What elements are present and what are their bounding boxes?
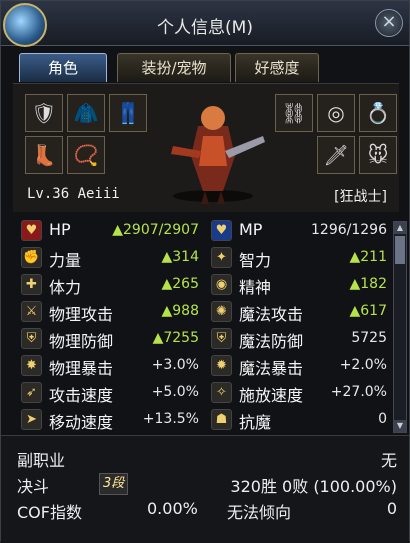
stat-label: 物理攻击 xyxy=(49,305,114,324)
magic-crit-icon: ✹ xyxy=(211,355,232,376)
strength-icon: ✊ xyxy=(21,247,42,268)
stat-row: ✚ 体力 ▲265 ◉ 精神 ▲182 xyxy=(13,273,399,297)
stat-label: 魔法攻击 xyxy=(239,305,304,324)
stat-value: ▲265 xyxy=(161,276,200,292)
stat-row: ✸ 物理暴击 +3.0% ✹ 魔法暴击 +2.0% xyxy=(13,354,399,378)
stats-scrollbar[interactable]: ▲ ▼ xyxy=(393,221,407,433)
close-icon[interactable]: × xyxy=(375,9,403,37)
stat-value: ▲182 xyxy=(349,276,388,292)
window-title: 个人信息(M) xyxy=(157,18,253,38)
stat-value: 5725 xyxy=(351,330,387,346)
duel-row: 决斗 3段 320胜 0败 (100.00%) xyxy=(17,470,397,496)
title-bar[interactable]: 个人信息(M) × xyxy=(1,1,409,47)
scroll-up-icon[interactable]: ▲ xyxy=(394,222,406,234)
ring-chain-icon[interactable]: ⛓ xyxy=(275,94,313,132)
tendency-label: 无法倾向 xyxy=(227,503,292,522)
tab-affinity[interactable]: 好感度 xyxy=(235,53,319,82)
stat-label: 力量 xyxy=(49,251,82,270)
stat-row: ➶ 攻击速度 +5.0% ✧ 施放速度 +27.0% xyxy=(13,381,399,405)
stat-label: 攻击速度 xyxy=(49,386,114,405)
spirit-icon: ◉ xyxy=(211,274,232,295)
stat-label: 物理防御 xyxy=(49,332,114,351)
duel-rank-badge: 3段 xyxy=(99,473,129,495)
stat-value: +2.0% xyxy=(339,357,387,373)
character-avatar xyxy=(143,96,283,206)
extra-info-panel: 副职业 无 决斗 3段 320胜 0败 (100.00%) COF指数 0.00… xyxy=(1,435,409,543)
physical-defense-icon: ⛨ xyxy=(21,328,42,349)
chest-armor-icon[interactable]: 🧥 xyxy=(67,94,105,132)
magic-attack-icon: ✺ xyxy=(211,301,232,322)
physical-crit-icon: ✸ xyxy=(21,355,42,376)
tab-character[interactable]: 角色 xyxy=(19,53,107,82)
stat-label: HP xyxy=(49,220,71,239)
pet-icon[interactable]: 🐭 xyxy=(359,136,397,174)
sword-icon[interactable]: 🗡 xyxy=(317,136,355,174)
stat-value: 0 xyxy=(378,411,387,427)
character-info-window: 个人信息(M) × 角色 装扮/宠物 好感度 🛡 🧥 👖 👢 📿 ⛓ ◎ 💍 🗡… xyxy=(0,0,410,543)
duel-record: 320胜 0败 (100.00%) xyxy=(230,477,397,496)
stat-value: 1296/1296 xyxy=(311,222,387,238)
scroll-thumb[interactable] xyxy=(395,236,405,264)
scroll-down-icon[interactable]: ▼ xyxy=(394,420,406,432)
bracelet-icon[interactable]: ◎ xyxy=(317,94,355,132)
magic-defense-icon: ⛨ xyxy=(211,328,232,349)
stat-label: 精神 xyxy=(239,278,272,297)
stat-value: ▲617 xyxy=(349,303,388,319)
stat-label: 施放速度 xyxy=(239,386,304,405)
attack-speed-icon: ➶ xyxy=(21,382,42,403)
cof-label: COF指数 xyxy=(17,503,82,522)
stat-row: ♥ HP ▲2907/2907 ♥ MP 1296/1296 xyxy=(13,219,399,242)
stat-value: ▲314 xyxy=(161,249,200,265)
stat-value: ▲211 xyxy=(349,249,388,265)
stat-value: +5.0% xyxy=(151,384,199,400)
tendency-value: 0 xyxy=(386,499,397,518)
equipment-panel: 🛡 🧥 👖 👢 📿 ⛓ ◎ 💍 🗡 🐭 Lv.36 Aeiii [狂战士] xyxy=(13,83,399,212)
physical-attack-icon: ⚔ xyxy=(21,301,42,322)
stat-label: 物理暴击 xyxy=(49,359,114,378)
heart-icon: ♥ xyxy=(21,220,42,241)
mana-heart-icon: ♥ xyxy=(211,220,232,241)
stat-label: 抗魔 xyxy=(239,413,272,432)
stat-row: ⛨ 物理防御 ▲7255 ⛨ 魔法防御 5725 xyxy=(13,327,399,351)
duel-label: 决斗 xyxy=(17,477,50,496)
anti-magic-icon: ☗ xyxy=(211,409,232,430)
stat-row: ✊ 力量 ▲314 ✦ 智力 ▲211 xyxy=(13,246,399,270)
stat-value: ▲988 xyxy=(161,303,200,319)
subjob-value: 无 xyxy=(380,451,397,470)
boots-icon[interactable]: 👢 xyxy=(25,136,63,174)
stat-label: 魔法暴击 xyxy=(239,359,304,378)
stat-value: ▲7255 xyxy=(152,330,199,346)
shoulder-armor-icon[interactable]: 🛡 xyxy=(25,94,63,132)
stat-row: ➤ 移动速度 +13.5% ☗ 抗魔 0 xyxy=(13,408,399,432)
stat-label: MP xyxy=(239,220,263,239)
level-name: Lv.36 Aeiii xyxy=(27,186,120,202)
stat-label: 体力 xyxy=(49,278,82,297)
stat-label: 智力 xyxy=(239,251,272,270)
stat-value: +27.0% xyxy=(330,384,387,400)
cast-speed-icon: ✧ xyxy=(211,382,232,403)
stats-panel: ♥ HP ▲2907/2907 ♥ MP 1296/1296 ✊ 力量 ▲314 ✦ 智力 ▲211 ✚… xyxy=(13,215,399,435)
stat-value: +3.0% xyxy=(151,357,199,373)
cof-row: COF指数 0.00% 无法倾向 0 xyxy=(17,496,397,522)
stat-value: +13.5% xyxy=(142,411,199,427)
tab-avatar-pet[interactable]: 装扮/宠物 xyxy=(117,53,231,82)
cof-value: 0.00% xyxy=(147,499,198,518)
job-class: [狂战士] xyxy=(334,189,387,205)
subjob-row: 副职业 无 xyxy=(17,444,397,470)
intelligence-icon: ✦ xyxy=(211,247,232,268)
ring-icon[interactable]: 💍 xyxy=(359,94,397,132)
stat-label: 移动速度 xyxy=(49,413,114,432)
stamina-icon: ✚ xyxy=(21,274,42,295)
move-speed-icon: ➤ xyxy=(21,409,42,430)
subjob-label: 副职业 xyxy=(17,451,66,470)
necklace-icon[interactable]: 📿 xyxy=(67,136,105,174)
stat-row: ⚔ 物理攻击 ▲988 ✺ 魔法攻击 ▲617 xyxy=(13,300,399,324)
stat-value: ▲2907/2907 xyxy=(112,222,199,238)
leg-armor-icon[interactable]: 👖 xyxy=(109,94,147,132)
stat-label: 魔法防御 xyxy=(239,332,304,351)
